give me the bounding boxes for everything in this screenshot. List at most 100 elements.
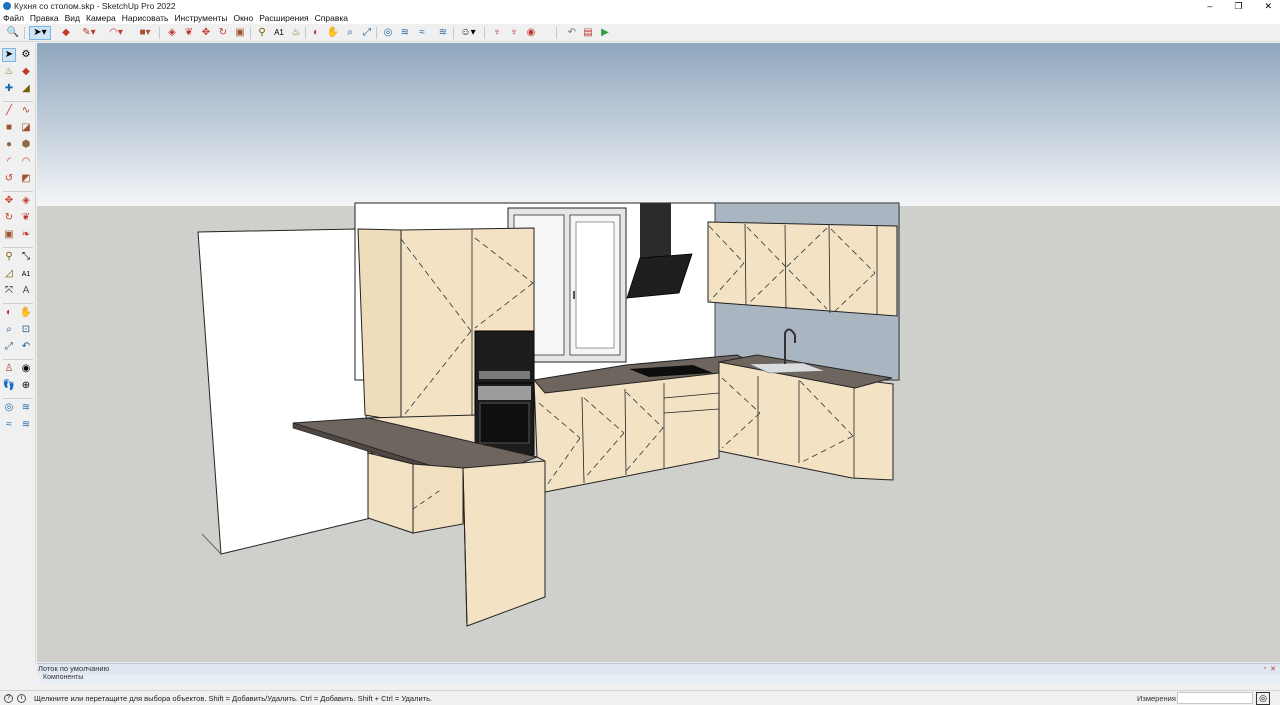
- extension-tool-3-icon[interactable]: ◉: [524, 26, 538, 40]
- tray-pin-button[interactable]: ▫: [1264, 665, 1266, 673]
- menu-camera[interactable]: Камера: [86, 13, 116, 23]
- tag-icon[interactable]: ✚: [2, 82, 16, 96]
- freehand-icon[interactable]: ∿: [19, 104, 33, 118]
- left-toolbar: ➤ ⚙ ♨ ◆ ✚ ◢ ╱ ∿ ■ ◪ ● ⬢ ◜ ◠ ↺ ◩ ✥ ◈ ↻ ❦ …: [0, 44, 36, 662]
- status-bar: ? i Щелкните или перетащите для выбора о…: [0, 690, 1280, 705]
- orbit-tool-icon[interactable]: ◐: [2, 306, 16, 320]
- kitchen-scene: [37, 43, 1280, 662]
- select-icon[interactable]: ➤: [2, 48, 16, 62]
- menu-draw[interactable]: Нарисовать: [122, 13, 169, 23]
- rect-icon[interactable]: ■: [2, 121, 16, 135]
- layout-send-icon[interactable]: ≈: [415, 26, 429, 40]
- look-around-icon[interactable]: ◉: [19, 362, 33, 376]
- protractor-icon[interactable]: ◿: [2, 267, 16, 281]
- menu-view[interactable]: Вид: [65, 13, 80, 23]
- 3d-text-icon[interactable]: A: [19, 284, 33, 298]
- layout-tool-icon[interactable]: ≈: [2, 418, 16, 432]
- close-button[interactable]: ✕: [1264, 0, 1272, 12]
- menu-file[interactable]: Файл: [3, 13, 24, 23]
- follow-me-icon[interactable]: ❦: [182, 26, 196, 40]
- arc-tool-icon[interactable]: ◜: [2, 155, 16, 169]
- pan-tool-icon[interactable]: ✋: [19, 306, 33, 320]
- menu-tools[interactable]: Инструменты: [174, 13, 227, 23]
- rectangle-icon[interactable]: ■▾: [134, 26, 156, 40]
- tray-title: Лоток по умолчанию: [37, 664, 1280, 674]
- main-toolbar: 🔍 ➤▾ ◆ ✎▾ ◠▾ ■▾ ◈ ❦ ✥ ↻ ▣ ⚲ A1 ♨ ◐ ✋ ⌕ ⤢…: [0, 24, 1280, 42]
- info-icon[interactable]: i: [17, 693, 26, 703]
- search-icon[interactable]: 🔍: [6, 26, 20, 40]
- extension-tool-1-icon[interactable]: ♆: [490, 26, 504, 40]
- menu-edit[interactable]: Правка: [30, 13, 59, 23]
- arc-icon[interactable]: ◠▾: [105, 26, 127, 40]
- rotate-icon[interactable]: ↻: [216, 26, 230, 40]
- undo-style-icon[interactable]: ↶: [565, 26, 579, 40]
- arc-2pt-icon[interactable]: ◠: [19, 155, 33, 169]
- menu-extensions[interactable]: Расширения: [259, 13, 308, 23]
- scale-tool-icon[interactable]: ▣: [2, 228, 16, 242]
- ext-warehouse-tool-icon[interactable]: ≋: [19, 401, 33, 415]
- partition-wall: [197, 228, 372, 555]
- move-icon[interactable]: ✥: [199, 26, 213, 40]
- default-tray: Лоток по умолчанию Компоненты ▫ ✕: [37, 663, 1280, 683]
- paint-bucket-icon[interactable]: ♨: [289, 26, 303, 40]
- upper-cabinets: [707, 221, 898, 317]
- previous-view-icon[interactable]: ↶: [19, 340, 33, 354]
- tray-section-components[interactable]: Компоненты: [37, 674, 1280, 682]
- extension-tool-2-icon[interactable]: ♆: [507, 26, 521, 40]
- make-component-icon[interactable]: ⚙: [19, 48, 33, 62]
- trimble-connect-icon[interactable]: ≋: [436, 26, 450, 40]
- eraser-icon[interactable]: ◆: [59, 26, 73, 40]
- window-title: Кухня со столом.skp - SketchUp Pro 2022: [14, 1, 176, 11]
- tape-measure-icon[interactable]: ⚲: [255, 26, 269, 40]
- play-icon[interactable]: ▶: [598, 26, 612, 40]
- scale-icon[interactable]: ▣: [233, 26, 247, 40]
- paint-icon[interactable]: ♨: [2, 65, 16, 79]
- 3d-viewport[interactable]: [37, 43, 1280, 662]
- zoom-extents-tool-icon[interactable]: ⤢: [2, 340, 16, 354]
- eraser-tool-icon[interactable]: ◆: [19, 65, 33, 79]
- connect-tool-icon[interactable]: ≋: [19, 418, 33, 432]
- dimension-icon[interactable]: ⤡: [19, 250, 33, 264]
- tag-tool-icon[interactable]: ◢: [19, 82, 33, 96]
- minimize-button[interactable]: –: [1207, 0, 1212, 12]
- walk-icon[interactable]: 👣: [2, 379, 16, 393]
- zoom-icon[interactable]: ⌕: [343, 26, 357, 40]
- zoom-tool-icon[interactable]: ⌕: [2, 323, 16, 337]
- help-icon[interactable]: ?: [4, 693, 13, 703]
- menu-window[interactable]: Окно: [233, 13, 253, 23]
- push-pull-icon[interactable]: ◈: [165, 26, 179, 40]
- account-icon[interactable]: ☺▾: [457, 26, 479, 40]
- push-pull-tool-icon[interactable]: ◈: [19, 194, 33, 208]
- rotated-rect-icon[interactable]: ◪: [19, 121, 33, 135]
- maximize-button[interactable]: ❐: [1234, 0, 1242, 12]
- sketchup-app-icon: [3, 2, 11, 10]
- zoom-window-icon[interactable]: ⊡: [19, 323, 33, 337]
- measurements-input[interactable]: [1177, 692, 1253, 704]
- pan-icon[interactable]: ✋: [326, 26, 340, 40]
- zoom-extents-icon[interactable]: ⤢: [360, 26, 374, 40]
- move-tool-icon[interactable]: ✥: [2, 194, 16, 208]
- text-icon[interactable]: A1: [19, 267, 33, 281]
- line-icon[interactable]: ╱: [2, 104, 16, 118]
- pie-icon[interactable]: ◩: [19, 172, 33, 186]
- section-plane-icon[interactable]: ⊕: [19, 379, 33, 393]
- orbit-icon[interactable]: ◐: [309, 26, 323, 40]
- circle-icon[interactable]: ●: [2, 138, 16, 152]
- arc-3pt-icon[interactable]: ↺: [2, 172, 16, 186]
- text-tool-icon[interactable]: A1: [272, 26, 286, 40]
- warehouse-tool-icon[interactable]: ◎: [2, 401, 16, 415]
- tape-icon[interactable]: ⚲: [2, 250, 16, 264]
- pencil-line-icon[interactable]: ✎▾: [78, 26, 100, 40]
- rotate-tool-icon[interactable]: ↻: [2, 211, 16, 225]
- select-tool-icon[interactable]: ➤▾: [29, 26, 51, 40]
- position-camera-icon[interactable]: ♙: [2, 362, 16, 376]
- report-icon[interactable]: ▤: [581, 26, 595, 40]
- warehouse-icon[interactable]: ◎: [381, 26, 395, 40]
- offset-icon[interactable]: ❧: [19, 228, 33, 242]
- axes-icon[interactable]: ⤧: [2, 284, 16, 298]
- tray-close-button[interactable]: ✕: [1270, 665, 1276, 673]
- menu-help[interactable]: Справка: [315, 13, 348, 23]
- follow-me-tool-icon[interactable]: ❦: [19, 211, 33, 225]
- extension-warehouse-icon[interactable]: ≋: [398, 26, 412, 40]
- polygon-icon[interactable]: ⬢: [19, 138, 33, 152]
